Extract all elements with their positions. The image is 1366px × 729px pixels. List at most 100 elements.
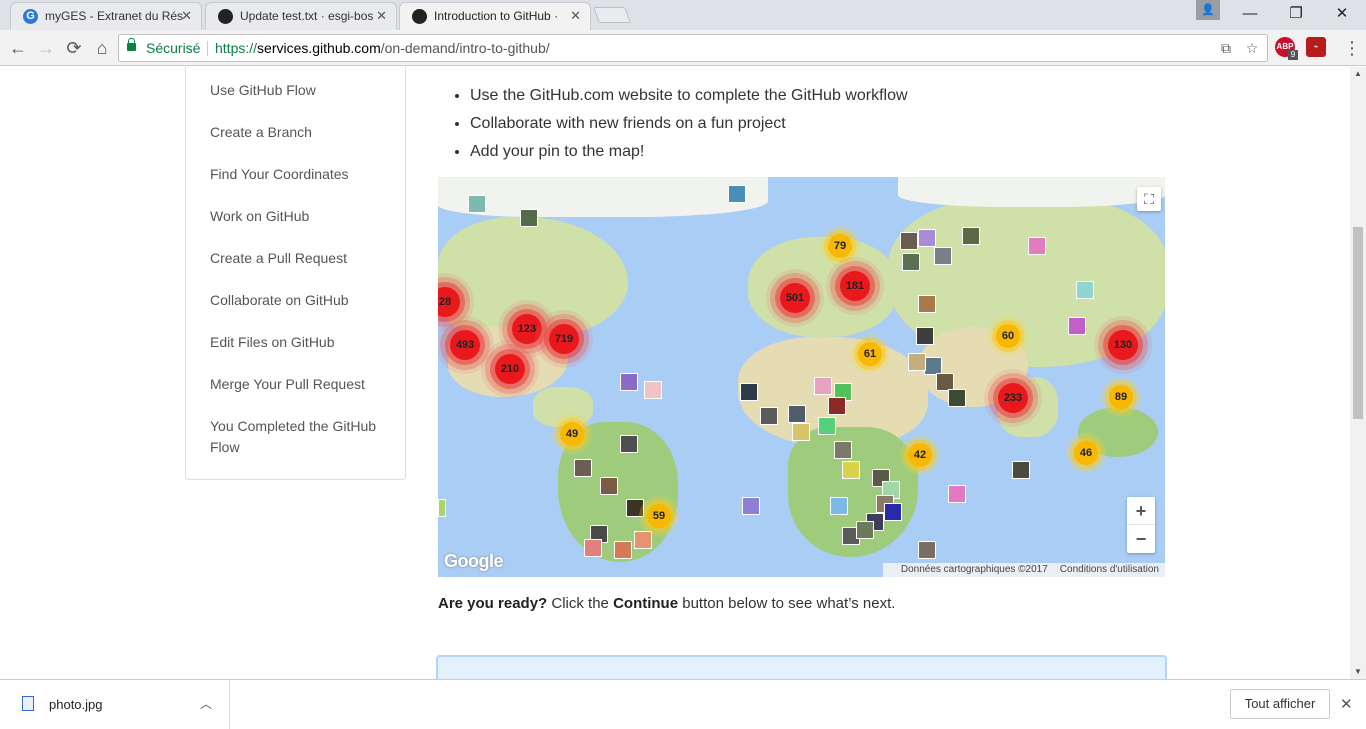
tab-update-test[interactable]: Update test.txt · esgi-bos ✕ [205, 2, 397, 30]
avatar[interactable] [818, 417, 836, 435]
sidebar-item-collaborate[interactable]: Collaborate on GitHub [210, 290, 390, 311]
avatar[interactable] [814, 377, 832, 395]
sidebar-item-create-branch[interactable]: Create a Branch [210, 122, 390, 143]
bookmark-star-icon[interactable]: ☆ [1243, 39, 1261, 57]
avatar[interactable] [916, 327, 934, 345]
avatar[interactable] [438, 499, 446, 517]
back-button[interactable]: ← [6, 36, 30, 60]
avatar[interactable] [1068, 317, 1086, 335]
avatar[interactable] [934, 247, 952, 265]
avatar[interactable] [900, 232, 918, 250]
sidebar-item-merge-pull-request[interactable]: Merge Your Pull Request [210, 374, 390, 395]
avatar[interactable] [834, 441, 852, 459]
avatar[interactable] [626, 499, 644, 517]
cluster-marker[interactable]: 181 [840, 271, 870, 301]
cluster-marker[interactable]: 719 [549, 324, 579, 354]
cluster-marker[interactable]: 59 [647, 504, 671, 528]
avatar[interactable] [1028, 237, 1046, 255]
address-bar[interactable]: Sécurisé https://services.github.com/on-… [118, 34, 1268, 62]
avatar[interactable] [620, 435, 638, 453]
avatar[interactable] [828, 397, 846, 415]
user-profile-icon[interactable]: 👤 [1196, 0, 1220, 20]
sidebar-item-completed[interactable]: You Completed the GitHub Flow [210, 416, 390, 458]
zoom-in-button[interactable]: + [1127, 497, 1155, 525]
close-tab-icon[interactable]: ✕ [570, 3, 581, 29]
avatar[interactable] [574, 459, 592, 477]
close-tab-icon[interactable]: ✕ [181, 3, 192, 29]
avatar[interactable] [792, 423, 810, 441]
download-item[interactable]: photo.jpg ︿ [0, 680, 230, 729]
tab-intro-github[interactable]: Introduction to GitHub · ✕ [399, 2, 591, 30]
avatar[interactable] [520, 209, 538, 227]
cluster-marker[interactable]: 493 [450, 330, 480, 360]
cluster-marker[interactable]: 89 [1109, 385, 1133, 409]
tab-myges[interactable]: G myGES - Extranet du Rés ✕ [10, 2, 202, 30]
terms-link[interactable]: Conditions d'utilisation [1060, 564, 1159, 575]
avatar[interactable] [902, 253, 920, 271]
cluster-marker[interactable]: 79 [828, 234, 852, 258]
zoom-out-button[interactable]: − [1127, 525, 1155, 553]
sidebar-item-find-coordinates[interactable]: Find Your Coordinates [210, 164, 390, 185]
avatar[interactable] [856, 521, 874, 539]
avatar[interactable] [918, 295, 936, 313]
avatar[interactable] [728, 185, 746, 203]
cluster-marker[interactable]: 123 [512, 314, 542, 344]
cluster-marker[interactable]: 210 [495, 354, 525, 384]
reload-button[interactable]: ⟳ [62, 36, 86, 60]
cluster-marker[interactable]: 46 [1074, 441, 1098, 465]
avatar[interactable] [468, 195, 486, 213]
avatar[interactable] [908, 353, 926, 371]
avatar[interactable] [644, 381, 662, 399]
sidebar-item-use-github-flow[interactable]: Use GitHub Flow [210, 80, 390, 101]
home-button[interactable]: ⌂ [90, 36, 114, 60]
page-scrollbar[interactable]: ▲ ▼ [1350, 67, 1366, 679]
avatar[interactable] [740, 383, 758, 401]
avatar[interactable] [962, 227, 980, 245]
sidebar-item-edit-files[interactable]: Edit Files on GitHub [210, 332, 390, 353]
translate-icon[interactable]: ⧉ [1217, 39, 1235, 57]
cluster-marker[interactable]: 130 [1108, 330, 1138, 360]
cluster-marker[interactable]: 49 [560, 422, 584, 446]
close-download-bar-icon[interactable]: ✕ [1340, 680, 1353, 729]
cluster-marker[interactable]: 501 [780, 283, 810, 313]
avatar[interactable] [918, 229, 936, 247]
scroll-thumb[interactable] [1353, 227, 1363, 419]
avatar[interactable] [634, 531, 652, 549]
avatar[interactable] [788, 405, 806, 423]
avatar[interactable] [600, 477, 618, 495]
cluster-marker[interactable]: 233 [998, 383, 1028, 413]
avatar[interactable] [614, 541, 632, 559]
avatar[interactable] [760, 407, 778, 425]
avatar[interactable] [1012, 461, 1030, 479]
chevron-up-icon[interactable]: ︿ [200, 680, 212, 729]
avatar[interactable] [1076, 281, 1094, 299]
google-logo[interactable]: Google [444, 551, 504, 572]
window-close-button[interactable]: ✕ [1319, 0, 1365, 28]
avatar[interactable] [620, 373, 638, 391]
browser-menu-icon[interactable]: ⋮ [1340, 36, 1364, 60]
cluster-marker[interactable]: 42 [908, 443, 932, 467]
scroll-down-arrow-icon[interactable]: ▼ [1350, 665, 1366, 679]
avatar[interactable] [584, 539, 602, 557]
extension-chart-icon[interactable]: ⌁ [1306, 37, 1326, 57]
forward-button[interactable]: → [34, 36, 58, 60]
fullscreen-button[interactable]: ⛶ [1137, 187, 1161, 211]
avatar[interactable] [842, 461, 860, 479]
avatar[interactable] [918, 541, 936, 559]
avatar[interactable] [742, 497, 760, 515]
url-text[interactable]: https://services.github.com/on-demand/in… [215, 35, 550, 61]
sidebar-item-create-pull-request[interactable]: Create a Pull Request [210, 248, 390, 269]
avatar[interactable] [884, 503, 902, 521]
avatar[interactable] [948, 485, 966, 503]
restore-button[interactable]: ❐ [1273, 0, 1319, 28]
cluster-marker[interactable]: 61 [858, 342, 882, 366]
cluster-marker[interactable]: 60 [996, 324, 1020, 348]
new-tab-button[interactable] [593, 7, 631, 23]
show-all-button[interactable]: Tout afficher [1230, 689, 1330, 719]
avatar[interactable] [948, 389, 966, 407]
minimize-button[interactable]: — [1227, 0, 1273, 28]
sidebar-item-work-on-github[interactable]: Work on GitHub [210, 206, 390, 227]
avatar[interactable] [830, 497, 848, 515]
close-tab-icon[interactable]: ✕ [376, 3, 387, 29]
contributors-map[interactable]: 28 493 123 719 210 79 501 181 61 60 130 … [438, 177, 1165, 577]
